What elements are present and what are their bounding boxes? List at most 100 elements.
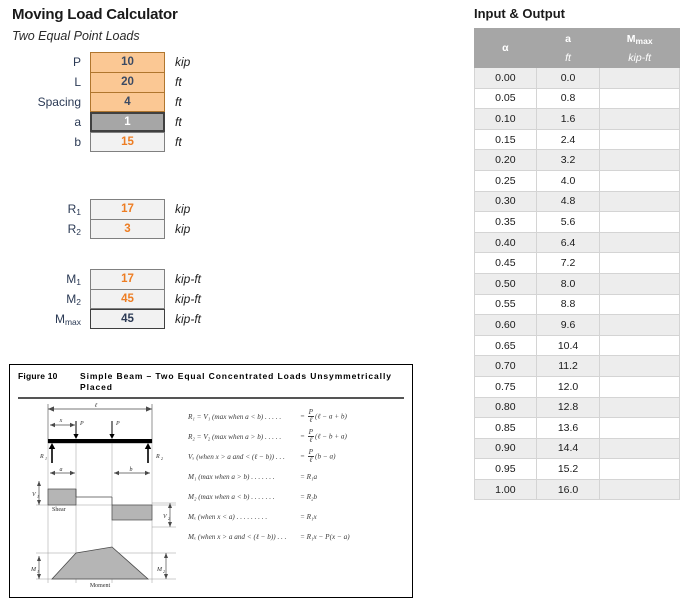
cell-a: 12.0 bbox=[535, 375, 601, 398]
cell-mmax bbox=[599, 355, 680, 377]
table-row: 0.70 11.2 bbox=[474, 355, 680, 377]
table-row: 0.65 10.4 bbox=[474, 334, 680, 357]
cell-mmax bbox=[599, 87, 680, 110]
moment-unit-mmax: kip-ft bbox=[175, 312, 202, 326]
cell-alpha: 0.80 bbox=[474, 396, 537, 419]
cell-a: 2.4 bbox=[535, 128, 601, 151]
reaction-label-r1: R1 bbox=[67, 202, 81, 217]
output-row-b: b 15 ft bbox=[12, 132, 190, 152]
cell-a: 16.0 bbox=[535, 478, 601, 501]
cell-mmax bbox=[599, 314, 680, 336]
table-row: 0.00 0.0 bbox=[474, 67, 680, 89]
cell-alpha: 0.85 bbox=[474, 417, 537, 439]
input-field-a-selected[interactable]: 1 bbox=[90, 112, 165, 132]
header-a-symbol: a bbox=[535, 28, 601, 49]
moment-unit-m1: kip-ft bbox=[175, 272, 202, 286]
header-alpha: α bbox=[474, 28, 537, 68]
equation-mx-1: Mₓ (when x < a) . . . . . . . . . = R₁x bbox=[188, 512, 317, 521]
table-row: 0.85 13.6 bbox=[474, 417, 680, 439]
input-label-a: a bbox=[74, 115, 81, 129]
reaction-unit-r2: kip bbox=[175, 222, 191, 236]
table-row: 0.15 2.4 bbox=[474, 128, 680, 151]
table-row: 0.75 12.0 bbox=[474, 375, 680, 398]
cell-a: 5.6 bbox=[535, 211, 601, 233]
table-row: 1.00 16.0 bbox=[474, 478, 680, 501]
cell-mmax bbox=[599, 334, 680, 357]
output-table-header-symbols: α a Mmax bbox=[474, 28, 680, 68]
cell-mmax bbox=[599, 231, 680, 254]
input-label-spacing: Spacing bbox=[37, 95, 81, 109]
table-row: 0.50 8.0 bbox=[474, 272, 680, 295]
cell-a: 15.2 bbox=[535, 458, 601, 480]
cell-alpha: 0.90 bbox=[474, 437, 537, 460]
cell-alpha: 0.95 bbox=[474, 458, 537, 480]
cell-alpha: 0.45 bbox=[474, 252, 537, 274]
dim-label-b: b bbox=[130, 467, 133, 473]
moment-label-m2: M2 bbox=[66, 292, 81, 307]
header-a-unit: ft bbox=[535, 48, 601, 68]
svg-text:2: 2 bbox=[163, 569, 165, 574]
input-field-l[interactable]: 20 bbox=[90, 72, 165, 92]
dim-label-a: a bbox=[60, 467, 63, 473]
cell-a: 6.4 bbox=[535, 231, 601, 254]
page-title: Moving Load Calculator bbox=[12, 6, 178, 23]
reaction-row-r1: R1 17 kip bbox=[12, 199, 190, 219]
cell-mmax bbox=[599, 437, 680, 460]
equation-m1: M₁ (max when a > b) . . . . . . . = R₁a bbox=[188, 472, 318, 481]
cell-a: 10.4 bbox=[535, 334, 601, 357]
figure-caption: Figure 10 Simple Beam – Two Equal Concen… bbox=[10, 365, 412, 396]
input-unit-p: kip bbox=[175, 55, 191, 69]
table-row: 0.40 6.4 bbox=[474, 231, 680, 254]
cell-alpha: 0.05 bbox=[474, 87, 537, 110]
input-row-a: a 1 ft bbox=[12, 112, 190, 132]
cell-a: 4.8 bbox=[535, 190, 601, 213]
output-table-title: Input & Output bbox=[474, 6, 565, 21]
cell-alpha: 0.70 bbox=[474, 355, 537, 377]
table-row: 0.10 1.6 bbox=[474, 108, 680, 130]
cell-a: 12.8 bbox=[535, 396, 601, 419]
figure-equations: R₁ = V₁ (max when a < b) . . . . . = Pℓ(… bbox=[188, 407, 406, 547]
cell-alpha: 0.15 bbox=[474, 128, 537, 151]
cell-alpha: 1.00 bbox=[474, 478, 537, 501]
right-panel: Input & Output α a Mmax ft kip-ft 0.00 0.… bbox=[460, 0, 689, 613]
input-label-l: L bbox=[74, 75, 81, 89]
table-row: 0.20 3.2 bbox=[474, 149, 680, 171]
output-table-body: 0.00 0.0 0.05 0.8 0.10 1.6 0.15 2.4 0.20 3.2 0.25 4… bbox=[474, 67, 680, 501]
moment-label-m2-fig: M bbox=[156, 567, 163, 573]
reference-figure-box: Figure 10 Simple Beam – Two Equal Concen… bbox=[9, 364, 413, 598]
cell-mmax bbox=[599, 478, 680, 501]
dim-label-x: x bbox=[59, 418, 63, 424]
cell-mmax bbox=[599, 252, 680, 274]
reaction-label-r2: R2 bbox=[67, 222, 81, 237]
span-label: ℓ bbox=[95, 403, 98, 409]
cell-a: 13.6 bbox=[535, 417, 601, 439]
cell-mmax bbox=[599, 67, 680, 89]
input-field-spacing[interactable]: 4 bbox=[90, 92, 165, 112]
moment-value-m2: 45 bbox=[90, 289, 165, 309]
table-row: 0.05 0.8 bbox=[474, 87, 680, 110]
table-row: 0.95 15.2 bbox=[474, 458, 680, 480]
input-row-spacing: Spacing 4 ft bbox=[12, 92, 190, 112]
cell-alpha: 0.65 bbox=[474, 334, 537, 357]
equation-r2: R₂ = V₂ (max when a > b) . . . . . = Pℓ(… bbox=[188, 427, 347, 444]
moment-label-m1-fig: M bbox=[30, 567, 37, 573]
cell-a: 4.0 bbox=[535, 169, 601, 192]
cell-mmax bbox=[599, 169, 680, 192]
reaction-label-r2-fig: R bbox=[155, 454, 160, 460]
input-unit-a: ft bbox=[175, 115, 182, 129]
cell-mmax bbox=[599, 128, 680, 151]
input-field-p[interactable]: 10 bbox=[90, 52, 165, 72]
shear-diagram-label: Shear bbox=[52, 507, 66, 513]
moving-load-calculator-page: Moving Load Calculator Two Equal Point L… bbox=[0, 0, 689, 613]
cell-a: 14.4 bbox=[535, 437, 601, 460]
figure-title: Simple Beam – Two Equal Concentrated Loa… bbox=[80, 371, 392, 392]
moment-row-m1: M1 17 kip-ft bbox=[12, 269, 201, 289]
cell-a: 0.0 bbox=[535, 67, 601, 89]
cell-mmax bbox=[599, 190, 680, 213]
cell-a: 8.8 bbox=[535, 293, 601, 316]
cell-mmax bbox=[599, 375, 680, 398]
cell-alpha: 0.50 bbox=[474, 272, 537, 295]
moment-label-m1: M1 bbox=[66, 272, 81, 287]
moment-diagram-label: Moment bbox=[90, 583, 111, 589]
cell-a: 11.2 bbox=[535, 355, 601, 377]
